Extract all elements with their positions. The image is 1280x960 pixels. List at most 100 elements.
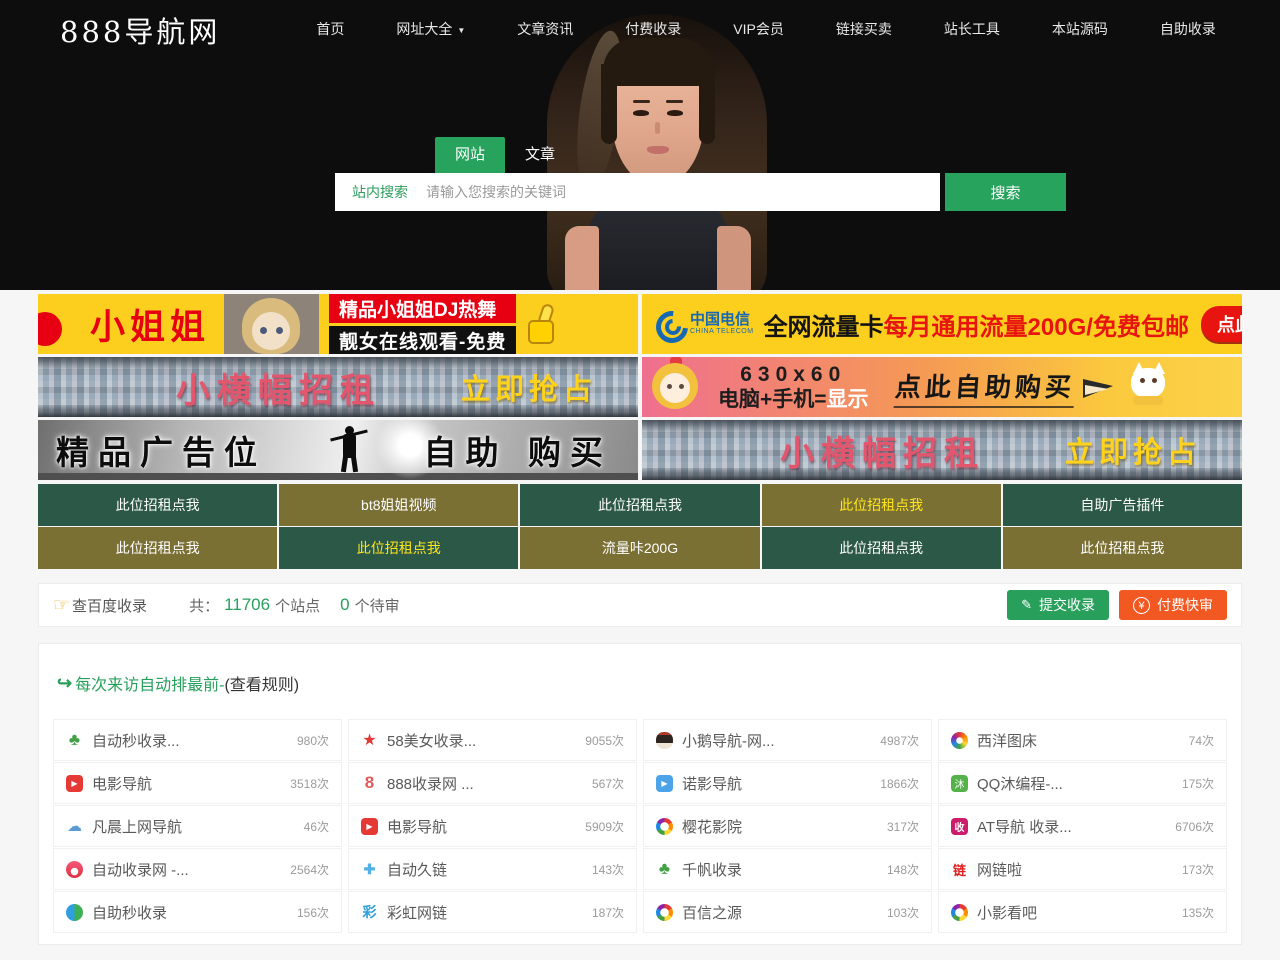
site-link[interactable]: ♣自动秒收录...980次 bbox=[53, 719, 342, 761]
cai-favicon: 彩 bbox=[361, 904, 378, 921]
goose-favicon bbox=[656, 732, 673, 749]
yen-icon: ¥ bbox=[1133, 597, 1150, 614]
ad-slot[interactable]: 此位招租点我 bbox=[520, 484, 759, 526]
site-link[interactable]: 自动收录网 -...2564次 bbox=[53, 848, 342, 890]
banner-line2: 靓女在线观看-免费 bbox=[329, 326, 516, 355]
nav-item-vip[interactable]: VIP会员 bbox=[707, 0, 810, 62]
site-link[interactable]: 自助秒收录156次 bbox=[53, 891, 342, 933]
banner-xiaojiejie[interactable]: 小姐姐 精品小姐姐DJ热舞 靓女在线观看-免费 bbox=[38, 294, 638, 354]
doll-image bbox=[224, 294, 319, 354]
telecom-brand-en: CHINA TELECOM bbox=[690, 328, 754, 335]
cartoon-girl-icon bbox=[646, 357, 700, 417]
site-link[interactable]: ▶电影导航5909次 bbox=[348, 805, 637, 847]
banner-line1: 精品小姐姐DJ热舞 bbox=[329, 294, 516, 323]
banner-telecom[interactable]: 中国电信 CHINA TELECOM 全网流量卡 每月通用流量200G/免费包邮… bbox=[642, 294, 1242, 354]
banner-text-black: 全网流量卡 bbox=[764, 307, 884, 342]
site-link[interactable]: 小鹅导航-网...4987次 bbox=[643, 719, 932, 761]
arrow-forward-icon: ↪ bbox=[57, 673, 72, 694]
ad-slot[interactable]: 此位招租点我 bbox=[762, 484, 1001, 526]
ad-slot[interactable]: 此位招租点我 bbox=[38, 484, 277, 526]
site-link[interactable]: 链网链啦173次 bbox=[938, 848, 1227, 890]
play-favicon: ▶ bbox=[361, 818, 378, 835]
view-rules-link[interactable]: (查看规则) bbox=[224, 671, 299, 695]
nav-item-webmaster-tools[interactable]: 站长工具 bbox=[918, 0, 1026, 62]
banner-ads: 小姐姐 精品小姐姐DJ热舞 靓女在线观看-免费 中国电信 CHINA TELEC… bbox=[38, 294, 1242, 480]
flame-favicon bbox=[66, 861, 83, 878]
site-counters: 共： 11706 个站点 0 个待审 bbox=[189, 595, 400, 616]
telecom-brand-cn: 中国电信 bbox=[690, 312, 754, 328]
baidu-check-link[interactable]: 查百度收录 bbox=[72, 595, 147, 616]
nav-item-articles[interactable]: 文章资讯 bbox=[491, 0, 599, 62]
search-input[interactable] bbox=[426, 184, 940, 200]
site-logo[interactable]: 888导航网 bbox=[60, 9, 220, 51]
site-link[interactable]: 百信之源103次 bbox=[643, 891, 932, 933]
search-bar: 站内搜索 搜索 bbox=[335, 173, 1066, 211]
banner-crowd-right[interactable]: 小横幅招租 立即抢占 bbox=[642, 420, 1242, 480]
nav-item-source-code[interactable]: 本站源码 bbox=[1026, 0, 1134, 62]
site-listing-card: ↪ 每次来访自动排最前- (查看规则) ♣自动秒收录...980次 ★58美女收… bbox=[38, 643, 1242, 945]
ad-slot[interactable]: 流量咔200G bbox=[520, 527, 759, 569]
nav-item-link-trade[interactable]: 链接买卖 bbox=[810, 0, 918, 62]
paid-review-button[interactable]: ¥付费快审 bbox=[1119, 590, 1227, 620]
chevron-down-icon: ▼ bbox=[457, 1, 465, 61]
site-link[interactable]: 收AT导航 收录...6706次 bbox=[938, 805, 1227, 847]
banner-crowd-left[interactable]: 小横幅招租 立即抢占 bbox=[38, 357, 638, 417]
site-link[interactable]: 沐QQ沐编程-...175次 bbox=[938, 762, 1227, 804]
pencil-icon: ✎ bbox=[1021, 590, 1032, 620]
banner-formula-highlight: 显示 bbox=[827, 388, 869, 411]
ad-slot[interactable]: 此位招租点我 bbox=[279, 527, 518, 569]
banner-action: 立即抢占 bbox=[461, 366, 597, 408]
search-button[interactable]: 搜索 bbox=[945, 173, 1066, 211]
hero-section: 888导航网 首页 网址大全▼ 文章资讯 付费收录 VIP会员 链接买卖 站长工… bbox=[0, 0, 1280, 290]
site-link[interactable]: 小影看吧135次 bbox=[938, 891, 1227, 933]
red-splash-decoration bbox=[38, 312, 62, 346]
ad-slot[interactable]: 此位招租点我 bbox=[1003, 527, 1242, 569]
listing-header: ↪ 每次来访自动排最前- (查看规则) bbox=[53, 644, 1227, 719]
banner-self-purchase[interactable]: 630x60 电脑+手机=显示 点此自助购买 bbox=[642, 357, 1242, 417]
site-link[interactable]: ✚自动久链143次 bbox=[348, 848, 637, 890]
nav-item-self-submit[interactable]: 自助收录 bbox=[1134, 0, 1242, 62]
rainbow-favicon bbox=[656, 904, 673, 921]
submit-listing-button[interactable]: ✎提交收录 bbox=[1007, 590, 1109, 620]
tab-article[interactable]: 文章 bbox=[505, 137, 575, 173]
top-navbar: 888导航网 首页 网址大全▼ 文章资讯 付费收录 VIP会员 链接买卖 站长工… bbox=[0, 0, 1280, 60]
telecom-mark-icon bbox=[654, 308, 686, 340]
pinwheel-favicon bbox=[951, 732, 968, 749]
banner-formula: 电脑+手机=显示 bbox=[718, 387, 869, 412]
ad-slot[interactable]: 此位招租点我 bbox=[38, 527, 277, 569]
nav-menu: 首页 网址大全▼ 文章资讯 付费收录 VIP会员 链接买卖 站长工具 本站源码 … bbox=[290, 0, 1242, 62]
site-link[interactable]: 西洋图床74次 bbox=[938, 719, 1227, 761]
nav-item-paid-listing[interactable]: 付费收录 bbox=[599, 0, 707, 62]
site-link[interactable]: ♣千帆收录148次 bbox=[643, 848, 932, 890]
play-favicon: ▶ bbox=[66, 775, 83, 792]
banner-premium-ad[interactable]: 精品广告位 自助 购买 bbox=[38, 420, 638, 480]
site-link[interactable]: 8888收录网 ...567次 bbox=[348, 762, 637, 804]
site-link[interactable]: 樱花影院317次 bbox=[643, 805, 932, 847]
ad-slot[interactable]: bt8姐姐视频 bbox=[279, 484, 518, 526]
site-link[interactable]: ★58美女收录...9055次 bbox=[348, 719, 637, 761]
site-link[interactable]: ☁凡晨上网导航46次 bbox=[53, 805, 342, 847]
nav-item-home[interactable]: 首页 bbox=[290, 0, 370, 62]
mu-favicon: 沐 bbox=[951, 775, 968, 792]
listing-rule-highlight: 每次来访自动排最前- bbox=[75, 671, 224, 695]
site-link[interactable]: 彩彩虹网链187次 bbox=[348, 891, 637, 933]
search-scope-label: 站内搜索 bbox=[335, 182, 426, 202]
club-favicon: ♣ bbox=[656, 861, 673, 878]
site-link[interactable]: ▶电影导航3518次 bbox=[53, 762, 342, 804]
tab-website[interactable]: 网站 bbox=[435, 137, 505, 173]
ad-slot[interactable]: 此位招租点我 bbox=[762, 527, 1001, 569]
cloud-favicon: ☁ bbox=[66, 818, 83, 835]
ad-slot[interactable]: 自助广告插件 bbox=[1003, 484, 1242, 526]
rainbow-favicon bbox=[951, 904, 968, 921]
banner-title: 小横幅招租 bbox=[780, 426, 985, 475]
banner-text-red: 每月通用流量200G/免费包邮 bbox=[884, 307, 1189, 342]
select-card-button[interactable]: 点此选卡 bbox=[1201, 306, 1242, 342]
site-link[interactable]: ▶诺影导航1866次 bbox=[643, 762, 932, 804]
eight-favicon: 8 bbox=[361, 775, 378, 792]
farmer-silhouette bbox=[332, 426, 366, 474]
banner-action: 点此自助购买 bbox=[893, 367, 1076, 408]
china-telecom-logo: 中国电信 CHINA TELECOM bbox=[654, 308, 754, 340]
club-favicon: ♣ bbox=[66, 732, 83, 749]
chain-favicon: 链 bbox=[951, 861, 968, 878]
nav-item-sites[interactable]: 网址大全▼ bbox=[370, 0, 491, 62]
